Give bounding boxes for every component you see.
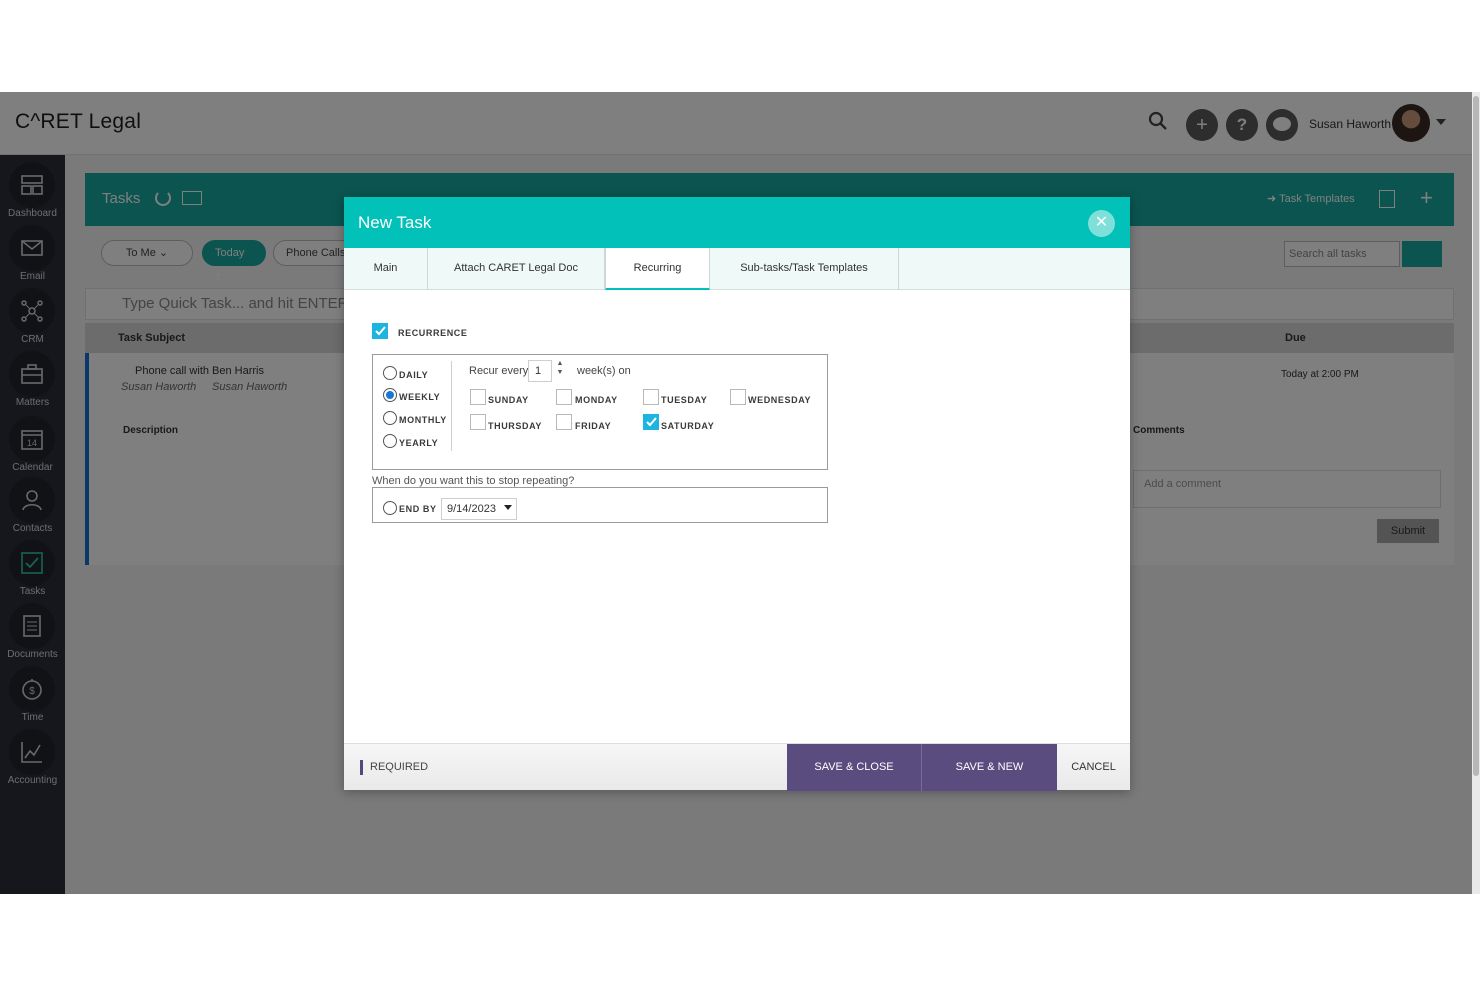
day-friday-label: FRIDAY	[575, 421, 612, 431]
day-tuesday-label: TUESDAY	[661, 395, 708, 405]
recur-every-stepper[interactable]: ▲ ▼	[556, 359, 564, 381]
required-marker	[360, 760, 363, 775]
radio-monthly-label: MONTHLY	[399, 415, 447, 425]
recur-unit-label: week(s) on	[577, 365, 631, 377]
end-by-date-input[interactable]: 9/14/2023	[441, 498, 517, 520]
save-new-button[interactable]: SAVE & NEW	[922, 744, 1057, 791]
recur-every-label: Recur every	[469, 365, 529, 377]
radio-monthly[interactable]	[383, 411, 397, 425]
modal-header: New Task ✕	[344, 197, 1130, 248]
day-tuesday-checkbox[interactable]	[643, 389, 659, 405]
radio-weekly-label: WEEKLY	[399, 392, 441, 402]
day-sunday-checkbox[interactable]	[470, 389, 486, 405]
tab-main[interactable]: Main	[344, 248, 428, 290]
modal-footer: REQUIRED SAVE & CLOSE SAVE & NEW CANCEL	[344, 743, 1130, 791]
modal-tabs: Main Attach CARET Legal Doc Recurring Su…	[344, 248, 1130, 290]
radio-end-by[interactable]	[383, 501, 397, 515]
day-monday-label: MONDAY	[575, 395, 618, 405]
end-by-box: END BY 9/14/2023	[372, 487, 828, 523]
day-saturday-label: SATURDAY	[661, 421, 715, 431]
recurrence-label: RECURRENCE	[398, 328, 468, 338]
date-dropdown-icon[interactable]	[504, 505, 512, 510]
frequency-divider	[451, 361, 452, 451]
required-label: REQUIRED	[370, 761, 429, 773]
close-icon[interactable]: ✕	[1088, 210, 1115, 237]
tab-subtasks[interactable]: Sub-tasks/Task Templates	[710, 248, 899, 290]
modal-title: New Task	[358, 213, 432, 232]
cancel-button[interactable]: CANCEL	[1057, 744, 1130, 791]
new-task-modal: New Task ✕ Main Attach CARET Legal Doc R…	[344, 197, 1130, 791]
radio-yearly-label: YEARLY	[399, 438, 439, 448]
day-friday-checkbox[interactable]	[556, 414, 572, 430]
page-scrollbar-thumb[interactable]	[1473, 96, 1479, 776]
end-by-date-value: 9/14/2023	[447, 503, 496, 515]
day-thursday-label: THURSDAY	[488, 421, 542, 431]
radio-yearly[interactable]	[383, 434, 397, 448]
save-close-button[interactable]: SAVE & CLOSE	[787, 744, 921, 791]
day-monday-checkbox[interactable]	[556, 389, 572, 405]
day-wednesday-checkbox[interactable]	[730, 389, 746, 405]
radio-weekly[interactable]	[383, 388, 397, 402]
tab-recurring[interactable]: Recurring	[605, 248, 710, 290]
day-saturday-checkbox[interactable]	[643, 414, 659, 430]
tab-attach-doc[interactable]: Attach CARET Legal Doc	[428, 248, 605, 290]
radio-daily[interactable]	[383, 366, 397, 380]
recurrence-pattern-box: DAILY WEEKLY MONTHLY YEARLY Recur every …	[372, 354, 828, 470]
stop-repeating-question: When do you want this to stop repeating?	[372, 475, 575, 487]
recurrence-checkbox[interactable]	[372, 323, 388, 339]
end-by-label: END BY	[399, 504, 437, 514]
day-wednesday-label: WEDNESDAY	[748, 395, 812, 405]
day-sunday-label: SUNDAY	[488, 395, 529, 405]
recur-every-input[interactable]: 1	[528, 360, 552, 382]
radio-daily-label: DAILY	[399, 370, 429, 380]
day-thursday-checkbox[interactable]	[470, 414, 486, 430]
